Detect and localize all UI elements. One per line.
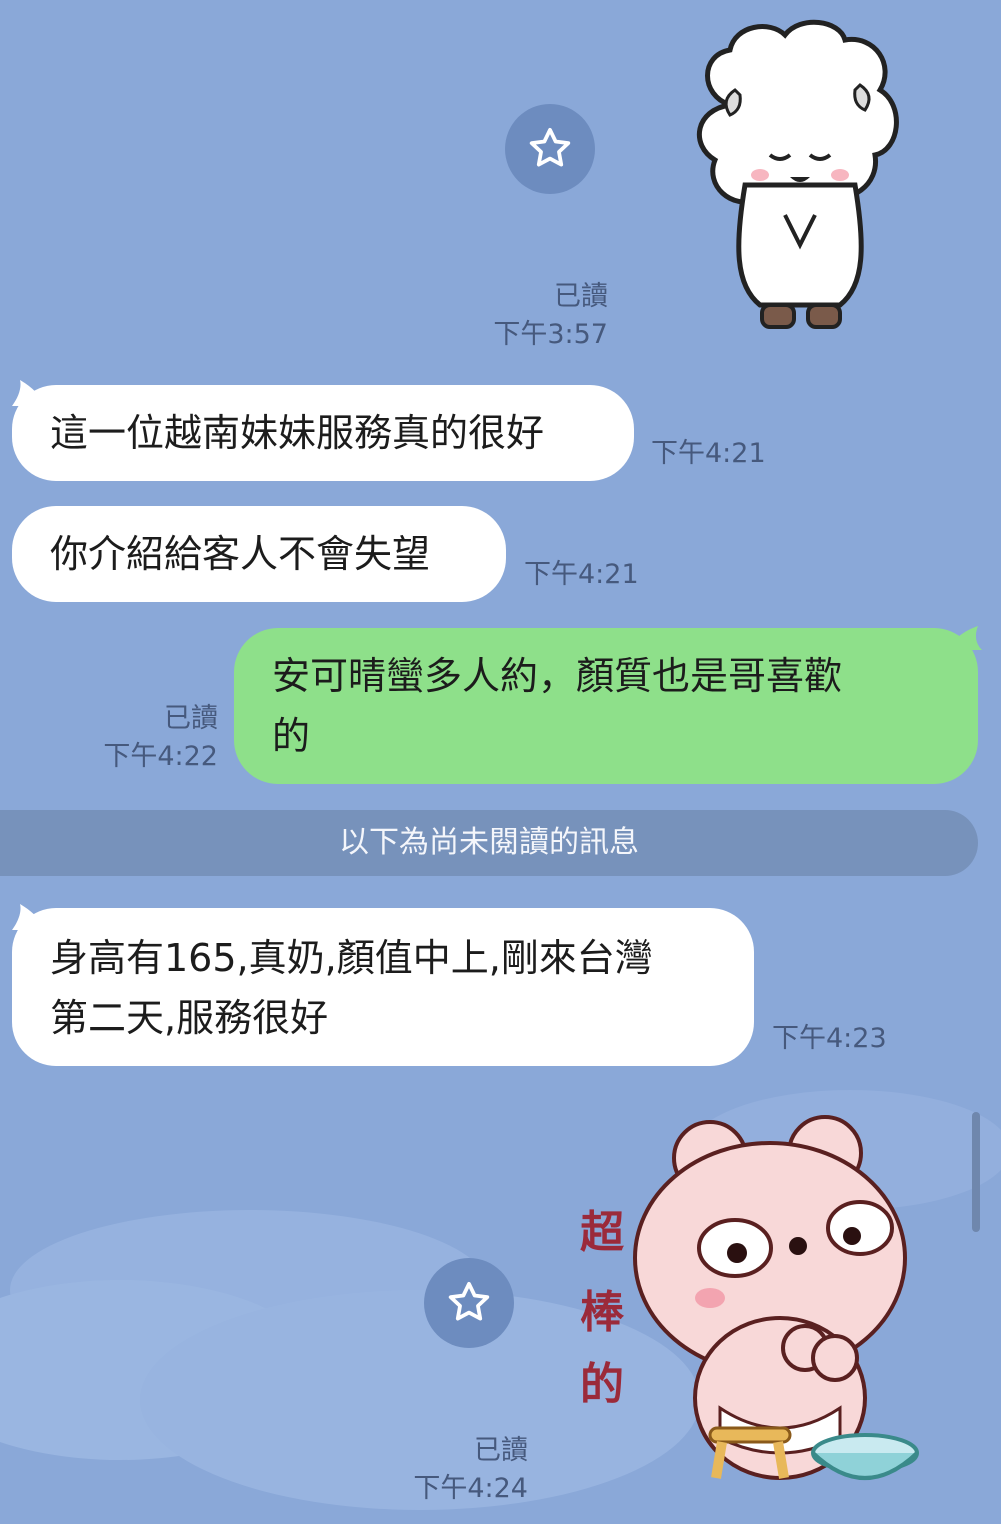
message-text-line: 身高有165,真奶,顏值中上,剛來台灣 — [50, 936, 653, 980]
sticker-caption-char: 的 — [580, 1359, 624, 1410]
message-text-line: 安可晴蠻多人約，顏質也是哥喜歡 — [272, 654, 843, 698]
star-icon — [529, 127, 571, 167]
scrollbar[interactable] — [972, 1112, 980, 1232]
message-bubble-incoming[interactable]: 身高有165,真奶,顏值中上,剛來台灣 第二天,服務很好 — [12, 908, 754, 1066]
message-bubble-outgoing[interactable]: 安可晴蠻多人約，顏質也是哥喜歡 的 — [234, 628, 978, 784]
read-receipt: 已讀 — [164, 703, 218, 734]
star-icon — [448, 1281, 490, 1321]
message-meta: 已讀 下午4:24 — [390, 1432, 528, 1508]
timestamp: 下午4:24 — [413, 1473, 528, 1504]
favorite-sticker-button[interactable] — [505, 104, 595, 194]
sticker-caption-char: 超 — [580, 1207, 624, 1258]
timestamp: 下午4:22 — [103, 741, 218, 772]
bear-super-great-sticker[interactable]: 超 棒 的 — [570, 1108, 930, 1518]
read-receipt: 已讀 — [554, 281, 608, 312]
message-text: 這一位越南妹妹服務真的很好 — [50, 411, 545, 455]
bear-illustration — [633, 1115, 919, 1480]
message-meta: 已讀 下午4:22 — [80, 700, 218, 776]
sticker-caption-char: 棒 — [580, 1287, 624, 1338]
favorite-sticker-button[interactable] — [424, 1258, 514, 1348]
timestamp: 下午4:23 — [772, 1023, 887, 1054]
message-text: 你介紹給客人不會失望 — [50, 532, 431, 576]
timestamp: 下午3:57 — [493, 319, 608, 350]
message-bubble-incoming[interactable]: 這一位越南妹妹服務真的很好 — [12, 385, 634, 481]
sheep-bowing-sticker[interactable] — [690, 15, 910, 340]
timestamp: 下午4:21 — [651, 438, 766, 469]
message-meta: 已讀 下午3:57 — [470, 278, 608, 354]
message-bubble-incoming[interactable]: 你介紹給客人不會失望 — [12, 506, 506, 602]
timestamp: 下午4:21 — [524, 559, 639, 590]
read-receipt: 已讀 — [474, 1435, 528, 1466]
message-text-line: 的 — [272, 714, 311, 758]
unread-divider: 以下為尚未閱讀的訊息 — [0, 810, 978, 876]
message-text-line: 第二天,服務很好 — [50, 996, 329, 1040]
